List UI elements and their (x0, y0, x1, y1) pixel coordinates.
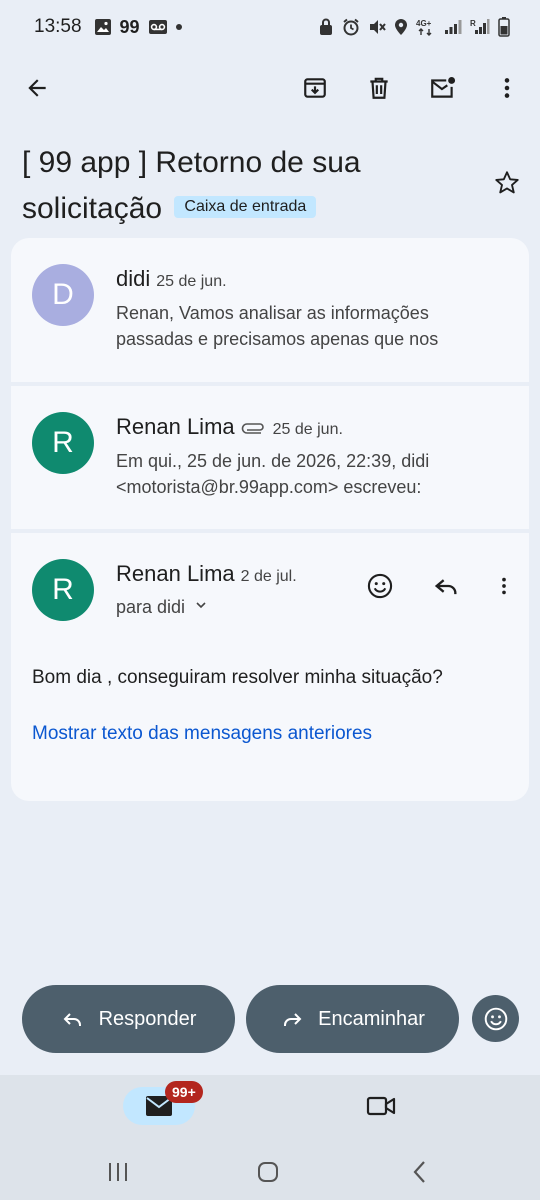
home-icon[interactable] (248, 1157, 288, 1187)
avatar: R (32, 412, 94, 474)
mark-unread-icon[interactable] (424, 69, 462, 107)
message-actions-bar: Responder Encaminhar (0, 985, 540, 1053)
location-icon (394, 18, 408, 36)
forward-button[interactable]: Encaminhar (246, 985, 459, 1053)
voicemail-icon (148, 19, 168, 35)
svg-text:4G+: 4G+ (416, 19, 432, 28)
trash-icon[interactable] (360, 69, 398, 107)
gallery-icon (94, 18, 112, 36)
message-snippet: Em qui., 25 de jun. de 2026, 22:39, didi… (116, 451, 430, 497)
message-card-collapsed[interactable]: R Renan Lima 25 de jun. Em qui., 25 de j… (11, 386, 529, 529)
message-card-expanded: R Renan Lima 2 de jul. para didi Bom dia… (11, 533, 529, 801)
unread-count-badge: 99+ (165, 1081, 203, 1103)
message-snippet: Renan, Vamos analisar as informações pas… (116, 303, 439, 349)
top-app-bar (0, 60, 540, 116)
recipient-text: para didi (116, 597, 186, 617)
show-quoted-text-link[interactable]: Mostrar texto das mensagens anteriores (32, 723, 372, 745)
system-back-icon[interactable] (400, 1157, 440, 1187)
reply-icon (61, 1007, 85, 1031)
svg-text:R: R (470, 19, 476, 28)
bottom-navigation: 99+ (0, 1075, 540, 1200)
battery-icon (498, 17, 510, 37)
back-arrow-icon[interactable] (18, 69, 56, 107)
message-date: 25 de jun. (272, 421, 343, 438)
reply-icon[interactable] (427, 567, 465, 605)
lock-status-icon (318, 18, 334, 36)
forward-icon (280, 1007, 304, 1031)
system-navigation-bar (0, 1151, 540, 1191)
alarm-icon (342, 18, 360, 36)
email-subject: [ 99 app ] Retorno de sua solicitação Ca… (22, 140, 482, 232)
attachment-icon (241, 420, 267, 434)
recent-apps-icon[interactable] (98, 1157, 138, 1187)
star-icon[interactable] (488, 164, 526, 202)
emoji-react-button[interactable] (472, 995, 519, 1042)
emoji-icon[interactable] (361, 567, 399, 605)
signal-icon (444, 19, 462, 35)
video-icon (366, 1094, 396, 1118)
avatar: D (32, 264, 94, 326)
archive-icon[interactable] (296, 69, 334, 107)
status-time: 13:58 (34, 16, 82, 37)
recipient-details-toggle[interactable]: para didi (116, 597, 209, 618)
mute-icon (368, 18, 386, 36)
reply-label: Responder (98, 1007, 197, 1030)
status-bar: 13:58 99 4G+ R (0, 0, 540, 54)
emoji-icon (483, 1006, 509, 1032)
forward-label: Encaminhar (318, 1007, 425, 1030)
message-body: Bom dia , conseguiram resolver minha sit… (32, 667, 443, 688)
reply-button[interactable]: Responder (22, 985, 235, 1053)
inbox-label-chip[interactable]: Caixa de entrada (174, 196, 317, 219)
chevron-down-icon (193, 597, 209, 618)
message-card-collapsed[interactable]: D didi 25 de jun. Renan, Vamos analisar … (11, 238, 529, 382)
sender-name: Renan Lima (116, 414, 235, 439)
message-date: 2 de jul. (240, 568, 297, 585)
more-notifications-dot (175, 24, 182, 30)
signal-roaming-icon: R (470, 18, 490, 36)
message-date: 25 de jun. (156, 273, 227, 290)
avatar[interactable]: R (32, 559, 94, 621)
more-vert-icon[interactable] (488, 69, 526, 107)
sender-name: didi (116, 266, 151, 291)
sender-name: Renan Lima (116, 561, 235, 586)
more-vert-icon[interactable] (493, 567, 515, 605)
app-99-notification-icon: 99 (119, 16, 140, 37)
nav-meet-tab[interactable] (362, 1087, 400, 1125)
network-4g-icon: 4G+ (416, 18, 436, 36)
